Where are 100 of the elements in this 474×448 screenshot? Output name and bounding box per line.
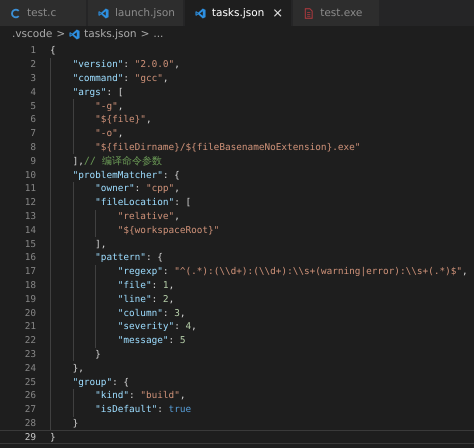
vscode-logo-icon: [194, 8, 206, 18]
line-number: 18: [24, 280, 36, 291]
code-token: ],: [72, 156, 84, 167]
line-number: 3: [29, 72, 36, 84]
code-token: }: [50, 432, 56, 443]
line-number: 7: [29, 128, 36, 140]
code-token: ,: [180, 308, 186, 319]
line-number: 15: [24, 238, 36, 250]
code-token: ,: [174, 183, 180, 194]
code-token: }: [94, 348, 101, 360]
code-token: "message": [116, 335, 169, 346]
line-number: 6: [29, 114, 36, 126]
line-number: 28: [24, 418, 36, 429]
code-token: :: [123, 72, 130, 84]
line-number: 14: [24, 224, 36, 236]
code-token: :: [157, 404, 164, 416]
code-token: :: [152, 280, 158, 291]
code-token: : {: [146, 252, 163, 264]
breadcrumb-item[interactable]: .vscode: [12, 28, 52, 40]
editor-tab[interactable]: test.c: [0, 0, 86, 26]
code-token: true: [168, 404, 192, 416]
line-number: 11: [24, 183, 36, 194]
code-token: "regexp": [116, 266, 163, 278]
code-token: : {: [162, 170, 180, 181]
code-token: "2.0.0": [134, 59, 174, 70]
code-token: {: [50, 45, 56, 56]
line-number: 24: [24, 362, 36, 374]
editor-tab[interactable]: launch.json: [88, 0, 183, 26]
code-token: "kind": [94, 390, 130, 402]
breadcrumb-item[interactable]: ...: [153, 28, 164, 40]
code-token: :: [152, 294, 158, 305]
code-token: "line": [116, 294, 152, 305]
vscode-logo-icon: [98, 8, 109, 18]
code-token: "${workspaceRoot}": [116, 224, 220, 236]
code-token: 4: [185, 321, 192, 332]
code-token: "file": [116, 280, 152, 291]
code-token: "${fileDirname}/${fileBasenameNoExtension}.exe": [94, 142, 360, 153]
code-token: "owner": [94, 183, 135, 194]
line-number: 17: [24, 266, 36, 278]
code-token: :: [162, 266, 170, 278]
code-token: "${file}": [94, 114, 146, 126]
code-token: 3: [174, 308, 180, 319]
line-number: 25: [24, 376, 36, 388]
line-number: 22: [24, 335, 36, 346]
editor-tab[interactable]: test.exe: [293, 0, 380, 26]
code-token: "cpp": [146, 183, 174, 194]
line-number: 13: [24, 210, 36, 222]
line-number: 4: [29, 86, 36, 98]
line-number: 20: [24, 308, 36, 319]
code-token: ,: [174, 210, 180, 222]
line-number: 19: [24, 294, 36, 305]
code-token: :: [162, 308, 170, 319]
code-token: "pattern": [94, 252, 146, 264]
editor-tab[interactable]: tasks.json ×: [184, 0, 292, 26]
c-file-icon: [10, 8, 21, 18]
line-number: 1: [29, 45, 36, 56]
code-token: "problemMatcher": [72, 170, 163, 181]
code-token: "build": [140, 390, 180, 402]
code-token: ,: [168, 294, 174, 305]
line-number: 9: [29, 156, 36, 167]
line-number: 5: [29, 100, 36, 112]
code-token: ,: [180, 390, 186, 402]
code-token: ,: [118, 100, 124, 112]
code-token: }: [72, 418, 78, 429]
line-number: 2: [29, 59, 36, 70]
code-token: "args": [72, 86, 106, 98]
code-token: "group": [72, 376, 112, 388]
line-number: 8: [29, 142, 36, 153]
code-token: ,: [168, 280, 174, 291]
code-token: :: [123, 59, 130, 70]
code-token: ,: [146, 114, 152, 126]
code-token: : [: [174, 197, 192, 208]
code-token: :: [129, 390, 136, 402]
code-token: "command": [72, 72, 124, 84]
code-token: 5: [180, 335, 186, 346]
code-token: "severity": [116, 321, 174, 332]
line-number: 29: [24, 432, 36, 443]
code-token: ,: [191, 321, 197, 332]
code-token: // 编译命令参数: [84, 154, 162, 168]
code-token: :: [174, 321, 181, 332]
line-number: 12: [24, 197, 36, 208]
code-token: : {: [112, 376, 130, 388]
code-token: "isDefault": [94, 404, 158, 416]
code-token: ,: [462, 266, 468, 278]
code-token: "^(.*):(\\d+):(\\d+):\\s+(warning|error):\\s+(.*)$": [174, 266, 462, 278]
chevron-icon: >: [140, 28, 150, 40]
breadcrumb-item[interactable]: tasks.json: [84, 28, 137, 40]
code-token: :: [134, 183, 142, 194]
code-token: ],: [94, 238, 106, 250]
line-number: 21: [24, 321, 36, 332]
vscode-logo-icon: [69, 28, 80, 40]
chevron-icon: >: [56, 28, 66, 40]
line-number: 26: [24, 390, 36, 402]
code-token: "relative": [116, 210, 174, 222]
code-token: },: [72, 362, 84, 374]
close-icon[interactable]: ×: [272, 6, 284, 20]
line-number: 23: [24, 348, 36, 360]
code-token: "-o": [94, 128, 118, 140]
code-token: "gcc": [134, 72, 163, 84]
line-number: 16: [24, 252, 36, 264]
